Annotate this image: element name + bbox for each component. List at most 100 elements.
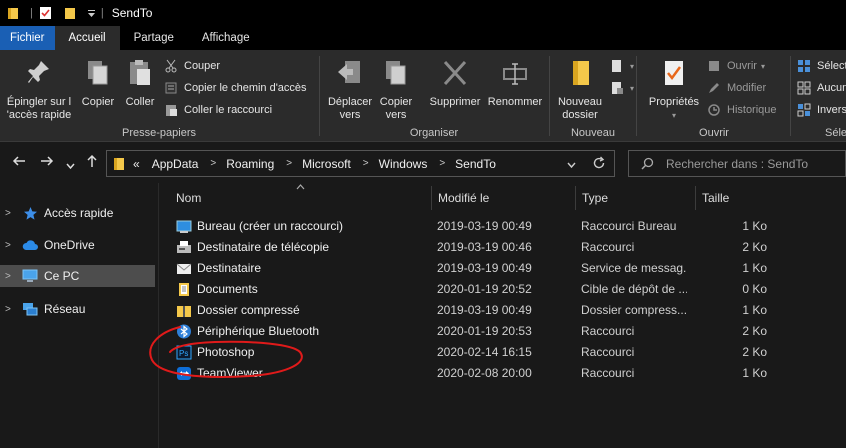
zip-folder-icon — [176, 303, 192, 318]
ribbon: Épingler sur l 'accès rapide Copier Coll… — [0, 50, 846, 142]
select-all-button[interactable]: Sélect — [797, 59, 846, 73]
navigation-pane: > Accès rapide > OneDrive > Ce PC > Rése… — [0, 183, 158, 448]
search-input[interactable]: Rechercher dans : SendTo — [628, 150, 846, 177]
sidebar-item-onedrive[interactable]: > OneDrive — [0, 234, 155, 256]
move-to-icon — [324, 58, 376, 92]
file-row-teamviewer[interactable]: TeamViewer 2020-02-08 20:00 Raccourci 1 … — [170, 363, 790, 384]
tab-partage[interactable]: Partage — [120, 26, 188, 50]
dropdown-arrow-icon: ▾ — [760, 61, 765, 71]
refresh-icon[interactable] — [592, 156, 606, 173]
breadcrumb-roaming[interactable]: Roaming — [226, 157, 274, 171]
cut-button[interactable]: Couper — [164, 59, 220, 73]
path-icon — [164, 81, 178, 95]
up-arrow-icon[interactable] — [85, 154, 99, 171]
file-row-bureau[interactable]: Bureau (créer un raccourci) 2019-03-19 0… — [170, 216, 790, 237]
file-row-bluetooth[interactable]: Périphérique Bluetooth 2020-01-19 20:53 … — [170, 321, 790, 342]
select-all-icon — [797, 59, 811, 73]
open-button[interactable]: Ouvrir ▾ — [707, 59, 765, 73]
edit-button[interactable]: Modifier — [707, 81, 766, 95]
sidebar-item-network[interactable]: > Réseau — [0, 298, 155, 320]
history-button[interactable]: Historique — [707, 103, 777, 117]
breadcrumb-overflow[interactable]: « — [133, 157, 140, 171]
copy-button[interactable]: Copier — [78, 58, 118, 109]
network-icon — [22, 301, 38, 317]
group-label-select: Séle — [825, 127, 846, 139]
move-to-button[interactable]: Déplacer vers — [324, 58, 376, 122]
file-row-photoshop[interactable]: Ps Photoshop 2020-02-14 16:15 Raccourci … — [170, 342, 790, 363]
title-separator: | — [100, 7, 104, 19]
invert-selection-button[interactable]: Invers — [797, 103, 846, 117]
tab-fichier[interactable]: Fichier — [0, 26, 55, 50]
group-organize: Déplacer vers Copier vers Supprimer Reno… — [320, 50, 548, 142]
breadcrumb-windows[interactable]: Windows — [379, 157, 428, 171]
dropdown-arrow-icon: ▾ — [671, 111, 676, 120]
paste-button[interactable]: Coller — [120, 58, 160, 109]
tab-accueil[interactable]: Accueil — [54, 26, 120, 50]
photoshop-icon: Ps — [176, 345, 192, 360]
pane-divider[interactable] — [158, 183, 159, 448]
back-arrow-icon[interactable] — [12, 154, 26, 171]
file-row-zip[interactable]: Dossier compressé 2019-03-19 00:49 Dossi… — [170, 300, 790, 321]
forward-arrow-icon[interactable] — [40, 154, 54, 171]
chevron-right-icon[interactable]: > — [5, 208, 17, 219]
column-header-name[interactable]: Nom — [170, 186, 432, 210]
pin-quick-access-button[interactable]: Épingler sur l 'accès rapide — [4, 58, 74, 122]
easy-access-button[interactable]: ▾ — [610, 81, 634, 95]
sidebar-item-quick-access[interactable]: > Accès rapide — [0, 202, 155, 224]
file-row-mail[interactable]: Destinataire 2019-03-19 00:49 Service de… — [170, 258, 790, 279]
new-folder-icon — [554, 58, 606, 92]
scissors-icon — [164, 59, 178, 73]
breadcrumb-microsoft[interactable]: Microsoft — [302, 157, 351, 171]
chevron-right-icon[interactable]: > — [5, 240, 17, 251]
paste-shortcut-button[interactable]: Coller le raccourci — [164, 103, 272, 117]
copy-path-button[interactable]: Copier le chemin d'accès — [164, 81, 307, 95]
search-icon — [641, 157, 654, 170]
ribbon-tabs: Fichier Accueil Partage Affichage — [0, 26, 846, 50]
properties-check-icon[interactable] — [39, 6, 53, 20]
address-bar[interactable]: « AppData > Roaming > Microsoft > Window… — [106, 150, 615, 177]
chevron-right-icon[interactable]: > — [363, 158, 369, 169]
title-bar: | | SendTo — [0, 0, 846, 26]
rename-icon — [486, 58, 544, 92]
group-label-new: Nouveau — [570, 127, 616, 139]
breadcrumb-appdata[interactable]: AppData — [152, 157, 199, 171]
chevron-right-icon[interactable]: > — [5, 271, 17, 282]
properties-button[interactable]: Propriétés ▾ — [643, 58, 705, 122]
chevron-right-icon[interactable]: > — [5, 304, 17, 315]
file-row-fax[interactable]: Destinataire de télécopie 2019-03-19 00:… — [170, 237, 790, 258]
new-folder-icon[interactable] — [63, 6, 77, 20]
column-header-type[interactable]: Type — [576, 186, 696, 210]
clipboard-icon — [120, 58, 160, 92]
chevron-right-icon[interactable]: > — [210, 158, 216, 169]
sidebar-item-this-pc[interactable]: > Ce PC — [0, 265, 155, 287]
file-row-documents[interactable]: Documents 2020-01-19 20:52 Cible de dépô… — [170, 279, 790, 300]
select-none-icon — [797, 81, 811, 95]
breadcrumb-sendto[interactable]: SendTo — [455, 157, 496, 171]
group-label-open: Ouvrir — [699, 127, 729, 139]
tab-affichage[interactable]: Affichage — [188, 26, 264, 50]
group-new: Nouveau dossier ▾ ▾ Nouveau — [550, 50, 636, 142]
column-header-modified[interactable]: Modifié le — [432, 186, 576, 210]
properties-icon — [643, 58, 705, 92]
customize-toolbar-icon[interactable] — [87, 6, 97, 20]
new-folder-button[interactable]: Nouveau dossier — [554, 58, 606, 122]
chevron-right-icon[interactable]: > — [439, 158, 445, 169]
copy-to-button[interactable]: Copier vers — [376, 58, 416, 122]
folder-icon[interactable] — [6, 6, 20, 20]
history-icon — [707, 103, 721, 117]
new-item-button[interactable]: ▾ — [610, 59, 634, 73]
group-clipboard: Épingler sur l 'accès rapide Copier Coll… — [0, 50, 318, 142]
window-title: SendTo — [111, 6, 153, 20]
column-header-size[interactable]: Taille — [696, 186, 774, 210]
easy-access-icon — [610, 81, 624, 95]
chevron-right-icon[interactable]: > — [286, 158, 292, 169]
desktop-icon — [176, 219, 192, 234]
address-dropdown-icon[interactable] — [567, 158, 576, 172]
delete-button[interactable]: Supprimer — [424, 58, 486, 109]
teamviewer-icon — [176, 366, 192, 381]
bluetooth-icon — [176, 324, 192, 339]
computer-icon — [22, 268, 38, 284]
select-none-button[interactable]: Aucun — [797, 81, 846, 95]
rename-button[interactable]: Renommer — [486, 58, 544, 109]
recent-locations-chevron-icon[interactable] — [66, 157, 75, 173]
